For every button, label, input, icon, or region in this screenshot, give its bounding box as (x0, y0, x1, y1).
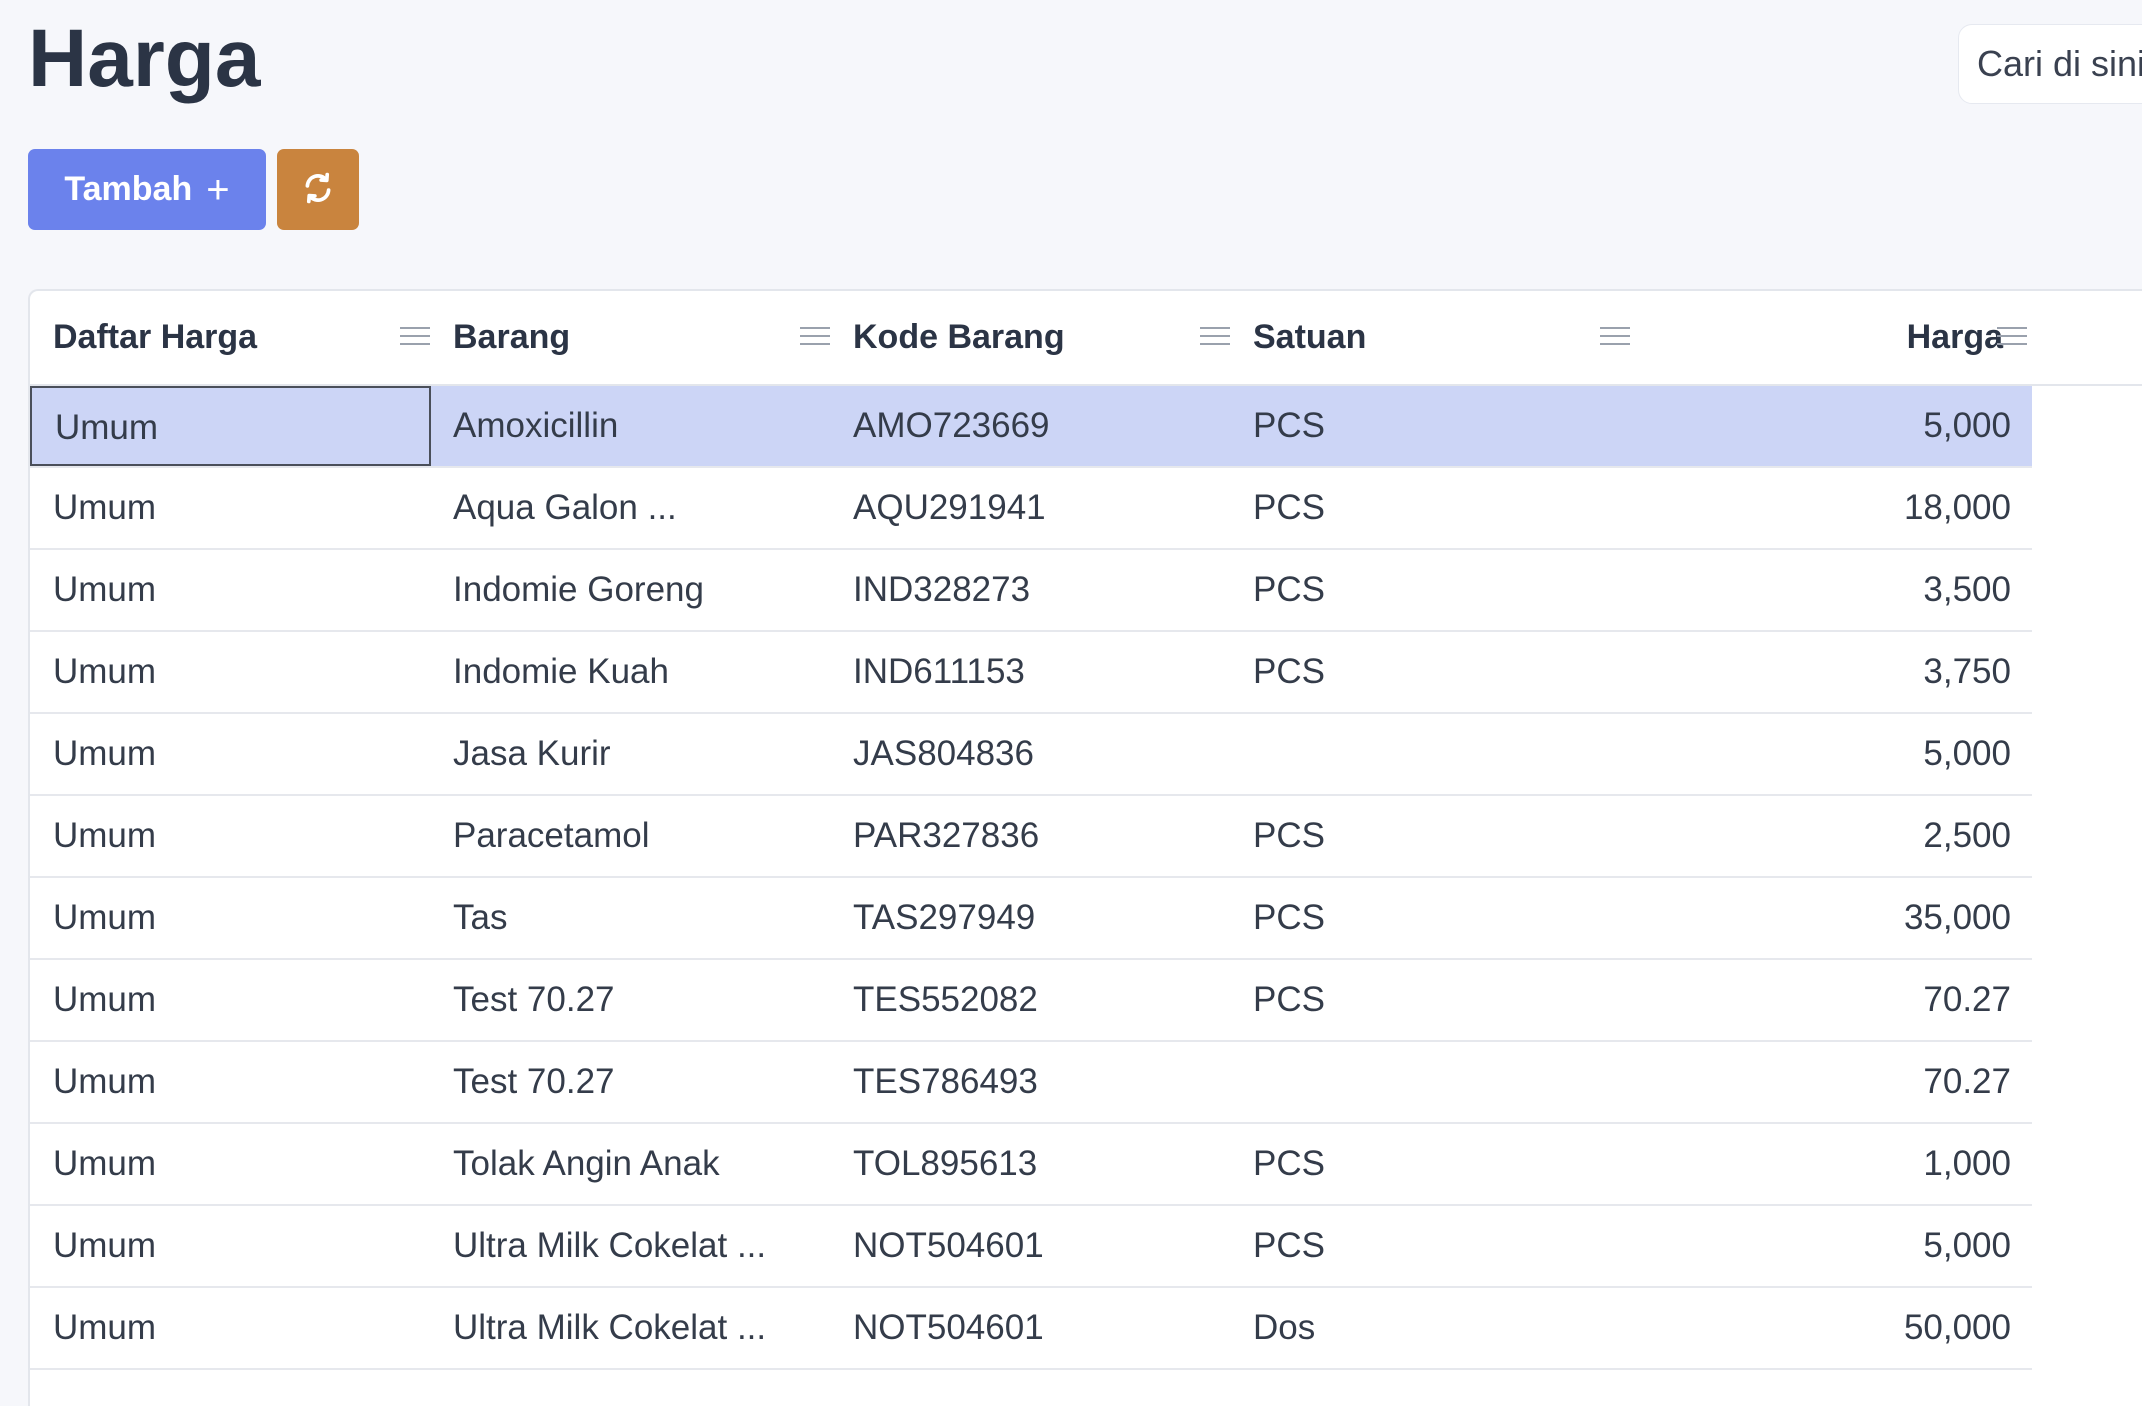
cell-harga[interactable]: 3,750 (1631, 632, 2031, 712)
table-body: Umum Amoxicillin AMO723669 PCS 5,000 Umum Aqua… (30, 386, 2032, 1370)
cell-kode-barang[interactable]: IND611153 (831, 632, 1231, 712)
cell-harga[interactable]: 5,000 (1631, 386, 2031, 466)
cell-barang[interactable]: Test 70.27 (431, 960, 831, 1040)
cell-satuan[interactable]: PCS (1231, 1206, 1631, 1286)
cell-kode-barang[interactable]: IND328273 (831, 550, 1231, 630)
refresh-button[interactable] (277, 149, 359, 230)
search-input[interactable] (1958, 24, 2142, 104)
cell-daftar-harga[interactable]: Umum (30, 1124, 431, 1204)
cell-daftar-harga[interactable]: Umum (30, 1042, 431, 1122)
cell-kode-barang[interactable]: NOT504601 (831, 1206, 1231, 1286)
column-header-kode-barang[interactable]: Kode Barang (853, 291, 1065, 384)
cell-barang[interactable]: Test 70.27 (431, 1042, 831, 1122)
table-row[interactable]: Umum Paracetamol PAR327836 PCS 2,500 (30, 796, 2032, 878)
cell-satuan[interactable]: PCS (1231, 796, 1631, 876)
column-menu-icon[interactable] (800, 327, 830, 347)
cell-harga[interactable]: 5,000 (1631, 1206, 2031, 1286)
cell-daftar-harga[interactable]: Umum (30, 550, 431, 630)
cell-satuan[interactable]: PCS (1231, 878, 1631, 958)
cell-kode-barang[interactable]: PAR327836 (831, 796, 1231, 876)
cell-kode-barang[interactable]: JAS804836 (831, 714, 1231, 794)
cell-satuan[interactable] (1231, 714, 1631, 794)
cell-kode-barang[interactable]: TAS297949 (831, 878, 1231, 958)
table-header: Daftar Harga Barang Kode Barang Satuan H… (30, 291, 2142, 386)
cell-satuan[interactable]: PCS (1231, 468, 1631, 548)
table-row[interactable]: Umum Ultra Milk Cokelat ... NOT504601 Dos 50… (30, 1288, 2032, 1370)
harga-page: Harga Tambah + Daftar Harga Barang Kode … (0, 0, 2142, 1406)
page-title: Harga (28, 13, 261, 104)
cell-daftar-harga[interactable]: Umum (30, 796, 431, 876)
cell-barang[interactable]: Tas (431, 878, 831, 958)
cell-daftar-harga[interactable]: Umum (30, 386, 431, 466)
cell-satuan[interactable]: PCS (1231, 1124, 1631, 1204)
cell-daftar-harga[interactable]: Umum (30, 878, 431, 958)
cell-kode-barang[interactable]: TOL895613 (831, 1124, 1231, 1204)
column-header-barang[interactable]: Barang (453, 291, 570, 384)
cell-harga[interactable]: 1,000 (1631, 1124, 2031, 1204)
table-row[interactable]: Umum Tas TAS297949 PCS 35,000 (30, 878, 2032, 960)
cell-harga[interactable]: 5,000 (1631, 714, 2031, 794)
cell-harga[interactable]: 50,000 (1631, 1288, 2031, 1368)
table-row[interactable]: Umum Amoxicillin AMO723669 PCS 5,000 (30, 386, 2032, 468)
cell-kode-barang[interactable]: NOT504601 (831, 1288, 1231, 1368)
cell-daftar-harga[interactable]: Umum (30, 1288, 431, 1368)
cell-daftar-harga[interactable]: Umum (30, 632, 431, 712)
add-button-label: Tambah (64, 170, 193, 208)
cell-satuan[interactable]: PCS (1231, 960, 1631, 1040)
table-row[interactable]: Umum Test 70.27 TES786493 70.27 (30, 1042, 2032, 1124)
column-menu-icon[interactable] (400, 327, 430, 347)
table-row[interactable]: Umum Indomie Kuah IND611153 PCS 3,750 (30, 632, 2032, 714)
cell-daftar-harga[interactable]: Umum (30, 468, 431, 548)
cell-barang[interactable]: Amoxicillin (431, 386, 831, 466)
cell-kode-barang[interactable]: TES552082 (831, 960, 1231, 1040)
column-menu-icon[interactable] (1600, 327, 1630, 347)
cell-barang[interactable]: Indomie Goreng (431, 550, 831, 630)
table-row[interactable]: Umum Indomie Goreng IND328273 PCS 3,500 (30, 550, 2032, 632)
cell-kode-barang[interactable]: AMO723669 (831, 386, 1231, 466)
cell-satuan[interactable]: PCS (1231, 550, 1631, 630)
cell-barang[interactable]: Ultra Milk Cokelat ... (431, 1288, 831, 1368)
cell-daftar-harga[interactable]: Umum (30, 960, 431, 1040)
cell-barang[interactable]: Jasa Kurir (431, 714, 831, 794)
cell-kode-barang[interactable]: TES786493 (831, 1042, 1231, 1122)
cell-kode-barang[interactable]: AQU291941 (831, 468, 1231, 548)
cell-harga[interactable]: 18,000 (1631, 468, 2031, 548)
cell-satuan[interactable]: Dos (1231, 1288, 1631, 1368)
column-header-daftar-harga[interactable]: Daftar Harga (53, 291, 257, 384)
cell-harga[interactable]: 35,000 (1631, 878, 2031, 958)
column-menu-icon[interactable] (1200, 327, 1230, 347)
cell-barang[interactable]: Aqua Galon ... (431, 468, 831, 548)
cell-satuan[interactable]: PCS (1231, 632, 1631, 712)
table-row[interactable]: Umum Test 70.27 TES552082 PCS 70.27 (30, 960, 2032, 1042)
cell-harga[interactable]: 70.27 (1631, 1042, 2031, 1122)
column-header-harga[interactable]: Harga (1631, 291, 2003, 384)
refresh-icon (301, 171, 335, 208)
cell-harga[interactable]: 70.27 (1631, 960, 2031, 1040)
table-row[interactable]: Umum Jasa Kurir JAS804836 5,000 (30, 714, 2032, 796)
cell-barang[interactable]: Indomie Kuah (431, 632, 831, 712)
table-row[interactable]: Umum Tolak Angin Anak TOL895613 PCS 1,000 (30, 1124, 2032, 1206)
cell-satuan[interactable] (1231, 1042, 1631, 1122)
plus-icon: + (206, 167, 230, 212)
cell-barang[interactable]: Ultra Milk Cokelat ... (431, 1206, 831, 1286)
price-table: Daftar Harga Barang Kode Barang Satuan H… (28, 289, 2142, 1406)
cell-daftar-harga[interactable]: Umum (30, 714, 431, 794)
table-row[interactable]: Umum Ultra Milk Cokelat ... NOT504601 PCS 5,… (30, 1206, 2032, 1288)
cell-harga[interactable]: 2,500 (1631, 796, 2031, 876)
column-header-satuan[interactable]: Satuan (1253, 291, 1366, 384)
add-button[interactable]: Tambah + (28, 149, 266, 230)
table-row[interactable]: Umum Aqua Galon ... AQU291941 PCS 18,000 (30, 468, 2032, 550)
cell-daftar-harga[interactable]: Umum (30, 1206, 431, 1286)
column-menu-icon[interactable] (1997, 327, 2027, 347)
cell-barang[interactable]: Paracetamol (431, 796, 831, 876)
cell-satuan[interactable]: PCS (1231, 386, 1631, 466)
cell-barang[interactable]: Tolak Angin Anak (431, 1124, 831, 1204)
cell-harga[interactable]: 3,500 (1631, 550, 2031, 630)
